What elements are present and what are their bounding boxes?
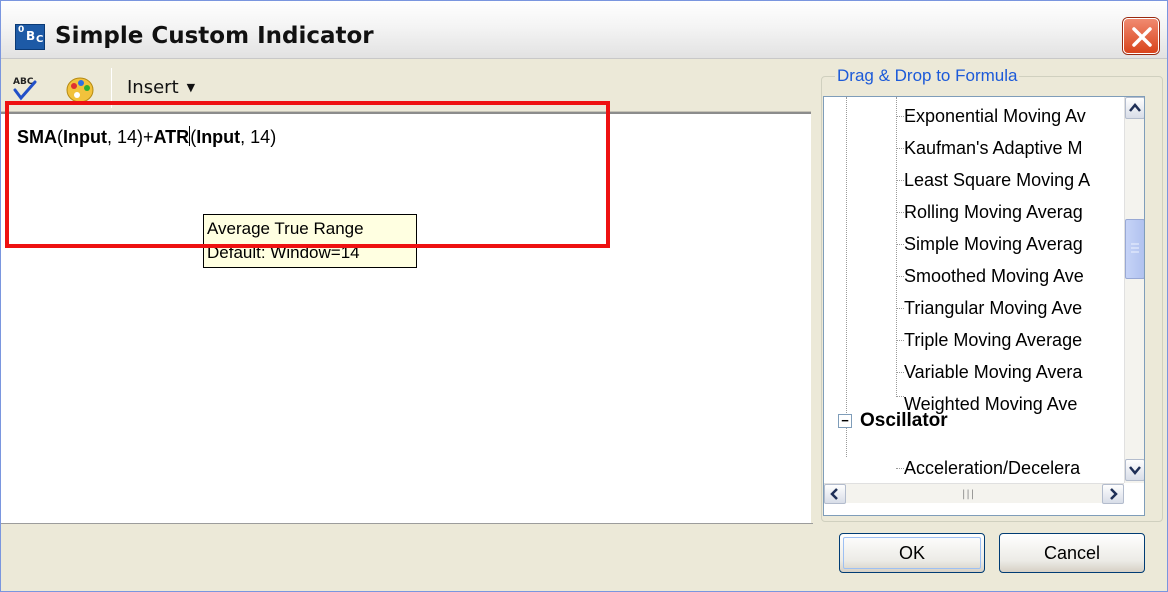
- tree-collapse-icon[interactable]: −: [838, 413, 852, 428]
- cancel-button[interactable]: Cancel: [999, 533, 1145, 573]
- tree-branch: [896, 148, 904, 149]
- tree-branch: [896, 372, 904, 373]
- title-bar[interactable]: 0 B C Simple Custom Indicator: [1, 1, 1167, 59]
- status-strip: [1, 523, 813, 591]
- tree-branch: [896, 212, 904, 213]
- tree-item[interactable]: Variable Moving Avera: [904, 356, 1124, 388]
- tree-item[interactable]: Acceleration/Decelera: [904, 452, 1124, 484]
- scroll-right-button[interactable]: [1102, 484, 1124, 504]
- scroll-thumb[interactable]: [1125, 219, 1144, 279]
- tree-item[interactable]: Exponential Moving Av: [904, 100, 1124, 132]
- app-icon: 0 B C: [15, 24, 45, 50]
- scroll-left-button[interactable]: [824, 484, 846, 504]
- tree-item[interactable]: Rolling Moving Averag: [904, 196, 1124, 228]
- tree-items: Exponential Moving Av Kaufman's Adaptive…: [824, 97, 1124, 483]
- color-palette-button[interactable]: [65, 76, 95, 104]
- annotation-highlight-box: [5, 101, 610, 248]
- function-tree[interactable]: Exponential Moving Av Kaufman's Adaptive…: [823, 96, 1145, 516]
- function-panel: Drag & Drop to Formula Exponential Movin…: [813, 60, 1167, 591]
- tree-branch: [896, 396, 904, 397]
- spell-check-icon: ABC: [13, 77, 37, 101]
- cancel-label: Cancel: [1043, 543, 1101, 563]
- scroll-down-button[interactable]: [1125, 459, 1144, 481]
- insert-label: Insert: [127, 77, 179, 98]
- group-label: Drag & Drop to Formula: [835, 66, 1020, 86]
- scroll-up-button[interactable]: [1125, 97, 1144, 119]
- palette-icon: [66, 77, 94, 103]
- scroll-down-icon: [1129, 466, 1141, 475]
- dropdown-caret-icon: ▼: [186, 81, 196, 94]
- tree-branch: [896, 244, 904, 245]
- tree-item[interactable]: Triple Moving Average: [904, 324, 1124, 356]
- window-title: Simple Custom Indicator: [55, 23, 374, 49]
- insert-menu-button[interactable]: Insert ▼: [121, 74, 201, 102]
- category-label: Oscillator: [860, 410, 948, 431]
- horizontal-scrollbar[interactable]: |||: [824, 483, 1124, 504]
- tree-branch: [896, 468, 904, 469]
- tree-item[interactable]: Smoothed Moving Ave: [904, 260, 1124, 292]
- tree-branch: [896, 180, 904, 181]
- dialog-window: 0 B C Simple Custom Indicator ABC Insert…: [0, 0, 1168, 592]
- tree-branch: [896, 116, 904, 117]
- spell-check-button[interactable]: ABC: [11, 74, 39, 102]
- tree-branch: [896, 340, 904, 341]
- tree-category-oscillator[interactable]: − Oscillator: [838, 405, 948, 437]
- tree-item[interactable]: Simple Moving Averag: [904, 228, 1124, 260]
- grip-icon: [1131, 243, 1139, 253]
- scroll-up-icon: [1129, 103, 1141, 112]
- scroll-left-icon: [830, 488, 838, 500]
- tree-item[interactable]: Least Square Moving A: [904, 164, 1124, 196]
- scroll-right-icon: [1110, 488, 1118, 500]
- tree-branch: [896, 308, 904, 309]
- tree-guide-line: [896, 97, 897, 397]
- close-icon: [1132, 27, 1152, 47]
- tree-item[interactable]: Triangular Moving Ave: [904, 292, 1124, 324]
- tree-branch: [896, 276, 904, 277]
- close-button[interactable]: [1123, 18, 1159, 54]
- ok-button[interactable]: OK: [839, 533, 985, 573]
- tree-item[interactable]: Kaufman's Adaptive M: [904, 132, 1124, 164]
- grip-icon: |||: [962, 489, 976, 500]
- vertical-scrollbar[interactable]: [1124, 97, 1144, 483]
- focus-ring: [843, 537, 981, 569]
- tree-guide-line: [846, 97, 847, 457]
